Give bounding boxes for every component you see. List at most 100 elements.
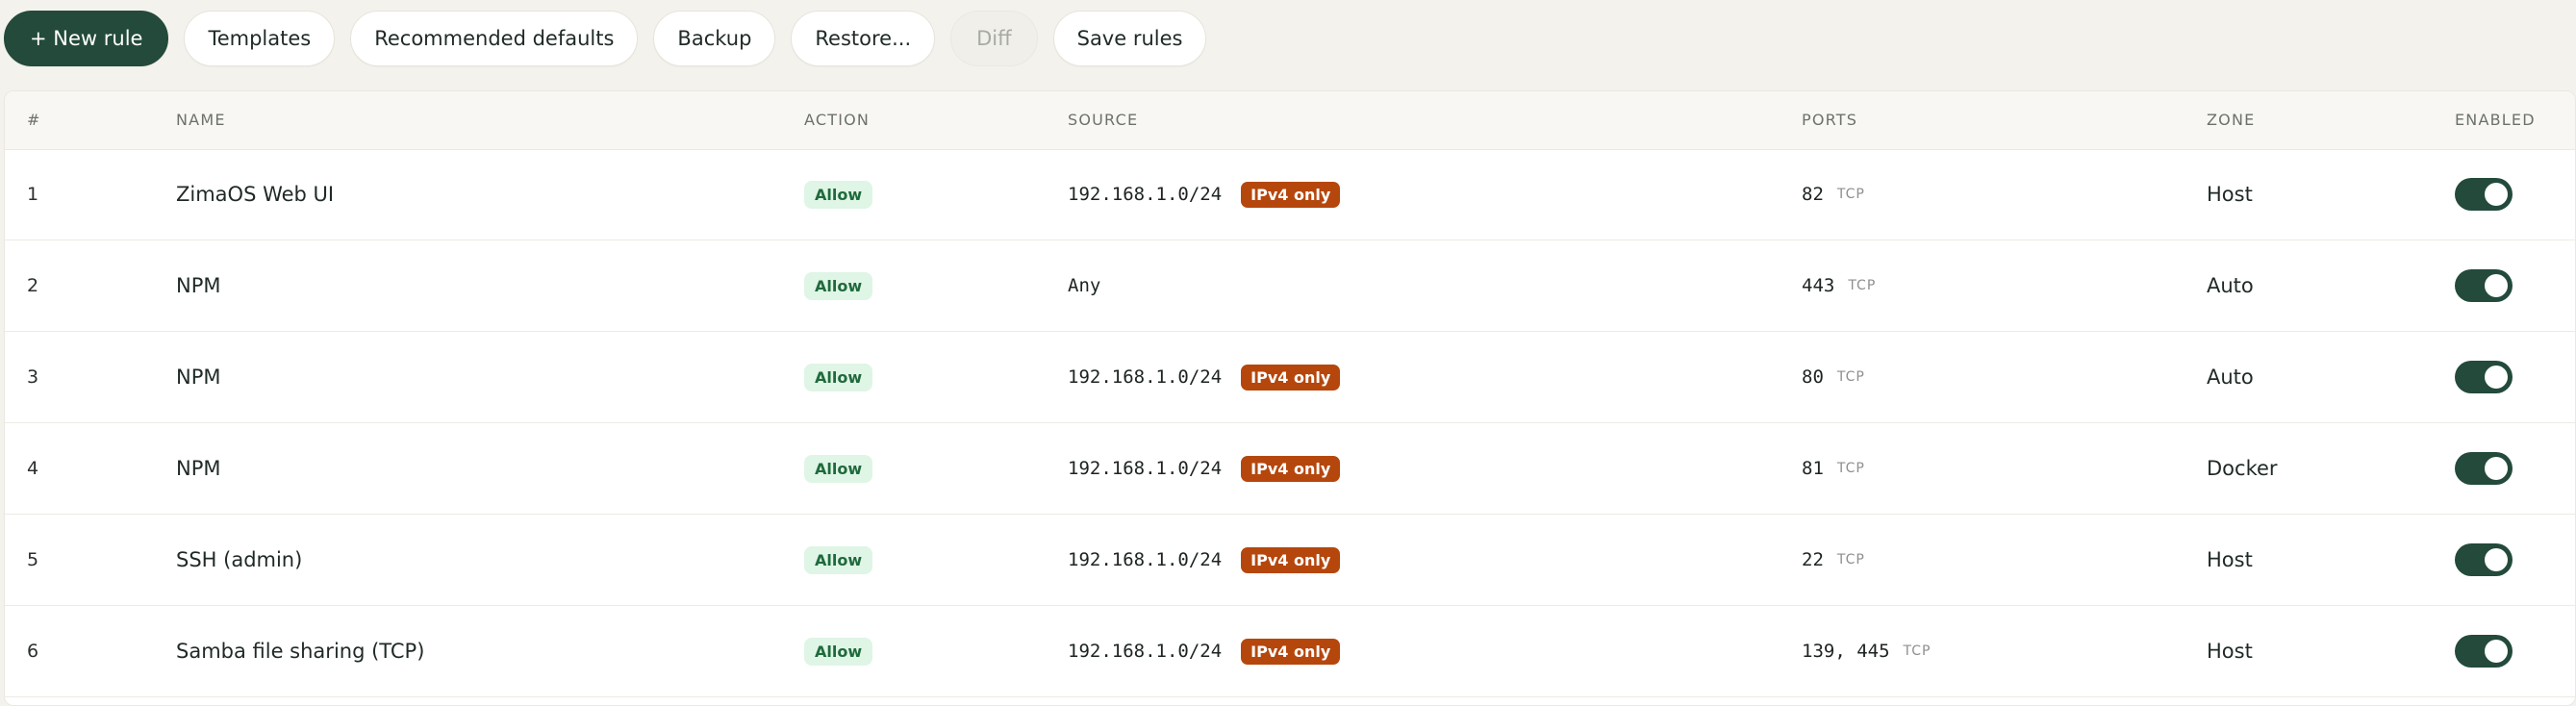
enabled-toggle[interactable] bbox=[2455, 635, 2513, 668]
backup-button[interactable]: Backup bbox=[653, 11, 776, 66]
ipv4-only-badge: IPv4 only bbox=[1241, 364, 1341, 391]
rule-source: Any bbox=[1068, 275, 1101, 296]
rule-source: 192.168.1.0/24 bbox=[1068, 366, 1223, 388]
rule-enabled-cell bbox=[2455, 423, 2513, 514]
protocol-label: TCP bbox=[1903, 643, 1932, 659]
action-badge: Allow bbox=[804, 454, 873, 483]
table-row[interactable]: 2 NPM Allow Any 443 TCP Auto bbox=[5, 240, 2575, 332]
rule-ports: 443 bbox=[1802, 275, 1835, 296]
rules-table: # NAME ACTION SOURCE PORTS ZONE ENABLED … bbox=[4, 90, 2576, 706]
rule-zone: Docker bbox=[2207, 457, 2278, 480]
table-row[interactable]: 4 NPM Allow 192.168.1.0/24 IPv4 only 81 TC… bbox=[5, 423, 2575, 515]
rule-ports-cell: 443 TCP bbox=[1802, 240, 1876, 331]
header-zone: ZONE bbox=[2207, 111, 2256, 129]
action-badge: Allow bbox=[804, 363, 873, 391]
protocol-label: TCP bbox=[1836, 552, 1865, 567]
rule-name: ZimaOS Web UI bbox=[176, 183, 335, 206]
table-row[interactable]: 5 SSH (admin) Allow 192.168.1.0/24 IPv4 o… bbox=[5, 515, 2575, 606]
rule-number: 6 bbox=[27, 641, 39, 662]
rule-enabled-cell bbox=[2455, 332, 2513, 422]
header-name: NAME bbox=[176, 111, 226, 129]
toggle-knob bbox=[2485, 366, 2508, 389]
new-rule-button[interactable]: + New rule bbox=[4, 11, 169, 66]
table-row[interactable]: 6 Samba file sharing (TCP) Allow 192.168… bbox=[5, 606, 2575, 697]
toggle-knob bbox=[2485, 548, 2508, 571]
rule-name: Samba file sharing (TCP) bbox=[176, 640, 425, 663]
rule-source-cell: 192.168.1.0/24 IPv4 only bbox=[1068, 423, 1341, 514]
rule-action-cell: Allow bbox=[804, 423, 873, 514]
table-header: # NAME ACTION SOURCE PORTS ZONE ENABLED bbox=[5, 91, 2575, 150]
rule-zone: Host bbox=[2207, 548, 2253, 571]
protocol-label: TCP bbox=[1836, 461, 1865, 476]
rule-enabled-cell bbox=[2455, 515, 2513, 605]
rule-name: NPM bbox=[176, 274, 221, 297]
rule-action-cell: Allow bbox=[804, 606, 873, 696]
rule-enabled-cell bbox=[2455, 149, 2513, 240]
rule-ports: 139, 445 bbox=[1802, 641, 1890, 662]
header-source: SOURCE bbox=[1068, 111, 1139, 129]
rule-ports: 82 bbox=[1802, 184, 1824, 205]
rule-ports-cell: 81 TCP bbox=[1802, 423, 1865, 514]
recommended-defaults-button[interactable]: Recommended defaults bbox=[350, 11, 639, 66]
ipv4-only-badge: IPv4 only bbox=[1241, 546, 1341, 573]
rule-zone: Auto bbox=[2207, 366, 2254, 389]
header-action: ACTION bbox=[804, 111, 871, 129]
rule-number: 2 bbox=[27, 275, 39, 296]
rule-source: 192.168.1.0/24 bbox=[1068, 458, 1223, 479]
diff-button[interactable]: Diff bbox=[950, 11, 1038, 66]
rule-action-cell: Allow bbox=[804, 515, 873, 605]
rule-source-cell: 192.168.1.0/24 IPv4 only bbox=[1068, 606, 1341, 696]
rule-action-cell: Allow bbox=[804, 332, 873, 422]
enabled-toggle[interactable] bbox=[2455, 269, 2513, 302]
enabled-toggle[interactable] bbox=[2455, 452, 2513, 485]
table-row[interactable]: 1 ZimaOS Web UI Allow 192.168.1.0/24 IPv4… bbox=[5, 149, 2575, 240]
rule-source: 192.168.1.0/24 bbox=[1068, 184, 1223, 205]
restore-button[interactable]: Restore... bbox=[791, 11, 936, 66]
rule-ports-cell: 82 TCP bbox=[1802, 149, 1865, 240]
templates-button[interactable]: Templates bbox=[184, 11, 336, 66]
rule-enabled-cell bbox=[2455, 240, 2513, 331]
rule-name: NPM bbox=[176, 457, 221, 480]
rule-source-cell: 192.168.1.0/24 IPv4 only bbox=[1068, 149, 1341, 240]
protocol-label: TCP bbox=[1836, 369, 1865, 385]
enabled-toggle[interactable] bbox=[2455, 361, 2513, 393]
save-rules-button[interactable]: Save rules bbox=[1052, 11, 1207, 66]
enabled-toggle[interactable] bbox=[2455, 543, 2513, 576]
toggle-knob bbox=[2485, 640, 2508, 663]
rule-ports-cell: 80 TCP bbox=[1802, 332, 1865, 422]
rule-source: 192.168.1.0/24 bbox=[1068, 641, 1223, 662]
header-num: # bbox=[27, 111, 41, 129]
action-badge: Allow bbox=[804, 637, 873, 666]
rule-number: 4 bbox=[27, 458, 39, 479]
toolbar: + New rule Templates Recommended default… bbox=[4, 11, 1207, 66]
action-badge: Allow bbox=[804, 271, 873, 300]
toggle-knob bbox=[2485, 183, 2508, 206]
rule-source-cell: Any bbox=[1068, 240, 1100, 331]
rule-action-cell: Allow bbox=[804, 240, 873, 331]
rule-zone: Host bbox=[2207, 640, 2253, 663]
rule-number: 3 bbox=[27, 366, 39, 388]
ipv4-only-badge: IPv4 only bbox=[1241, 638, 1341, 665]
rule-name: NPM bbox=[176, 366, 221, 389]
protocol-label: TCP bbox=[1848, 278, 1877, 293]
rule-ports: 22 bbox=[1802, 549, 1824, 570]
ipv4-only-badge: IPv4 only bbox=[1241, 181, 1341, 208]
header-ports: PORTS bbox=[1802, 111, 1858, 129]
rule-action-cell: Allow bbox=[804, 149, 873, 240]
rule-source-cell: 192.168.1.0/24 IPv4 only bbox=[1068, 515, 1341, 605]
rule-ports-cell: 22 TCP bbox=[1802, 515, 1865, 605]
rule-number: 1 bbox=[27, 184, 39, 205]
rule-number: 5 bbox=[27, 549, 39, 570]
rule-ports: 80 bbox=[1802, 366, 1824, 388]
rule-source: 192.168.1.0/24 bbox=[1068, 549, 1223, 570]
ipv4-only-badge: IPv4 only bbox=[1241, 455, 1341, 482]
protocol-label: TCP bbox=[1836, 187, 1865, 202]
toggle-knob bbox=[2485, 457, 2508, 480]
rule-ports: 81 bbox=[1802, 458, 1824, 479]
header-enabled: ENABLED bbox=[2455, 111, 2536, 129]
table-row[interactable]: 3 NPM Allow 192.168.1.0/24 IPv4 only 80 TC… bbox=[5, 332, 2575, 423]
rule-zone: Host bbox=[2207, 183, 2253, 206]
rule-ports-cell: 139, 445 TCP bbox=[1802, 606, 1931, 696]
enabled-toggle[interactable] bbox=[2455, 178, 2513, 211]
action-badge: Allow bbox=[804, 180, 873, 209]
